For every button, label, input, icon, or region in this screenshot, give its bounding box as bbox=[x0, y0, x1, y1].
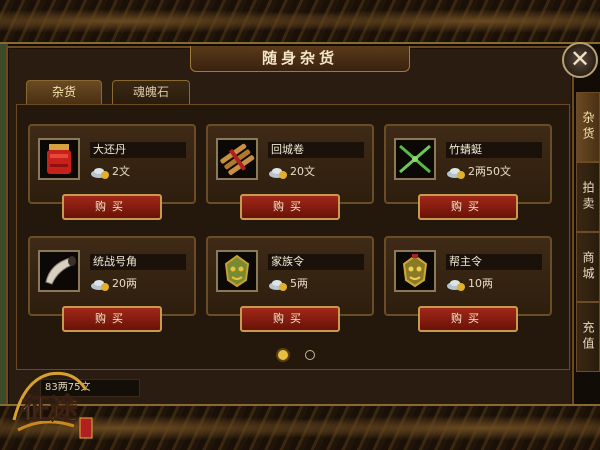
item-name: 统战号角 bbox=[90, 254, 186, 270]
silver-ingot-icon bbox=[269, 168, 287, 179]
item-card: 大还丹 2文 bbox=[28, 124, 196, 204]
side-tab-mall[interactable]: 商城 bbox=[576, 232, 600, 302]
item-slot[interactable] bbox=[394, 138, 436, 180]
scroll-bundle-icon bbox=[220, 143, 255, 176]
item-slot[interactable] bbox=[38, 250, 80, 292]
item-slot[interactable] bbox=[394, 250, 436, 292]
item-slot[interactable] bbox=[216, 250, 258, 292]
bamboo-dragonfly-icon bbox=[399, 144, 431, 174]
silver-ingot-icon bbox=[91, 168, 109, 179]
page-dot-1[interactable] bbox=[278, 350, 288, 360]
item-name: 回城卷 bbox=[268, 142, 364, 158]
item-card: 竹蜻蜓 2两50文 bbox=[384, 124, 552, 204]
side-tab-recharge[interactable]: 充值 bbox=[576, 302, 600, 372]
buy-button[interactable]: 购买 bbox=[418, 194, 518, 220]
item-name: 大还丹 bbox=[90, 142, 186, 158]
war-horn-icon bbox=[45, 256, 76, 285]
buy-button[interactable]: 购买 bbox=[240, 306, 340, 332]
close-button[interactable]: ✕ bbox=[562, 42, 598, 78]
item-name: 竹蜻蜓 bbox=[446, 142, 542, 158]
item-card: 家族令 5两 bbox=[206, 236, 374, 316]
buy-button[interactable]: 购买 bbox=[240, 194, 340, 220]
item-price: 20两 bbox=[112, 277, 137, 290]
buy-button[interactable]: 购买 bbox=[62, 194, 162, 220]
buy-button[interactable]: 购买 bbox=[418, 306, 518, 332]
item-card: 帮主令 10两 bbox=[384, 236, 552, 316]
item-slot[interactable] bbox=[216, 138, 258, 180]
item-slot[interactable] bbox=[38, 138, 80, 180]
side-tab-groceries[interactable]: 杂货 bbox=[576, 92, 600, 162]
item-price: 10两 bbox=[468, 277, 493, 290]
guild-master-token-icon bbox=[402, 254, 428, 288]
item-name: 家族令 bbox=[268, 254, 364, 270]
red-elixir-jar-icon bbox=[47, 144, 71, 174]
window-title: 随身杂货 bbox=[190, 46, 410, 72]
item-card: 回城卷 20文 bbox=[206, 124, 374, 204]
top-ornate-frame bbox=[0, 0, 600, 44]
game-logo-icon: 征途 bbox=[12, 371, 93, 439]
silver-ingot-icon bbox=[269, 280, 287, 291]
silver-ingot-icon bbox=[447, 280, 465, 291]
silver-ingot-icon bbox=[91, 280, 109, 291]
item-price: 2两50文 bbox=[468, 165, 511, 178]
item-card: 统战号角 20两 bbox=[28, 236, 196, 316]
item-price: 20文 bbox=[290, 165, 315, 178]
item-price: 5两 bbox=[290, 277, 308, 290]
tab-soul-stones[interactable]: 魂魄石 bbox=[112, 80, 190, 104]
silver-ingot-icon bbox=[447, 168, 465, 179]
item-price: 2文 bbox=[112, 165, 130, 178]
item-name: 帮主令 bbox=[446, 254, 542, 270]
tab-groceries[interactable]: 杂货 bbox=[26, 80, 102, 104]
buy-button[interactable]: 购买 bbox=[62, 306, 162, 332]
page-dot-2[interactable] bbox=[305, 350, 315, 360]
clan-token-mask-icon bbox=[224, 254, 250, 288]
svg-text:征途: 征途 bbox=[22, 392, 79, 425]
side-tab-auction[interactable]: 拍卖 bbox=[576, 162, 600, 232]
